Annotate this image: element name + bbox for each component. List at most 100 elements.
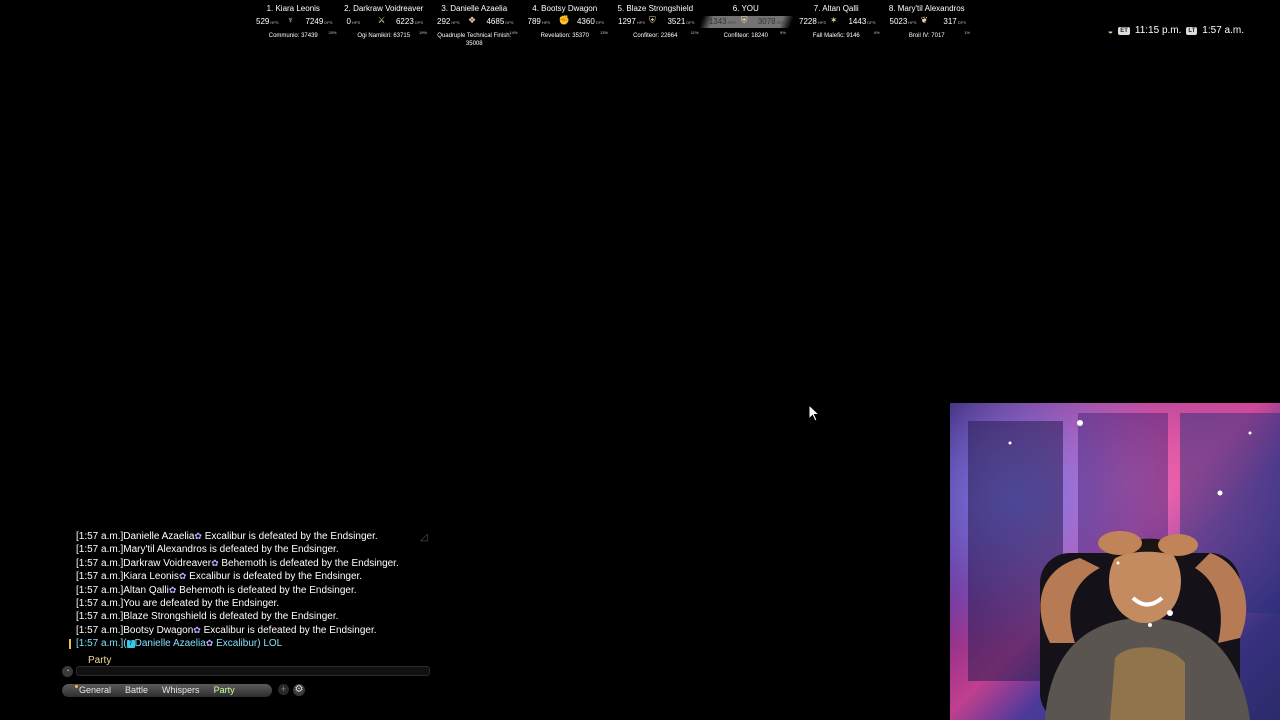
- combatant-name: 1. Kiara Leonis: [266, 4, 320, 13]
- chat-message: LOL: [263, 638, 283, 650]
- mouse-cursor-icon: [808, 404, 820, 422]
- combatant-hps: 5023HPS: [889, 17, 917, 26]
- chat-player-name[interactable]: Danielle Azaelia: [135, 638, 206, 649]
- chat-bubble-icon[interactable]: ◔: [62, 666, 73, 677]
- combatant-hps: 292HPS: [437, 17, 460, 26]
- chat-world-name: Behemoth: [179, 584, 225, 596]
- combatant-dps: 1443DPS: [848, 17, 876, 26]
- combatant-name: 4. Bootsy Dwagon: [532, 4, 598, 13]
- chat-timestamp: [1:57 a.m.]: [76, 598, 124, 610]
- chat-input[interactable]: [76, 666, 430, 676]
- clock-display: ◒ ET 11:15 p.m. LT 1:57 a.m.: [1108, 25, 1244, 36]
- chat-line: [1:57 a.m.]Bootsy Dwagon✿ Excalibur is d…: [68, 624, 433, 637]
- local-time-tag: LT: [1186, 26, 1198, 35]
- webcam-feed: [950, 403, 1280, 720]
- party-number-icon: 7: [126, 639, 135, 648]
- combatant-stats: 292HPS ❖ 4685DPS 14%: [429, 15, 520, 35]
- combatant-entry: 2. Darkraw Voidreaver 0HPS ⚔ 6223DPS 19% Ogi …: [339, 3, 430, 55]
- connection-icon: ◒: [1107, 25, 1114, 36]
- chat-message: is defeated by the Endsinger.: [230, 571, 363, 583]
- chat-line: [1:57 a.m.]Kiara Leonis✿ Excalibur is de…: [68, 570, 433, 583]
- chat-player-name[interactable]: Blaze Strongshield: [123, 611, 206, 622]
- combatant-percent: 19%: [418, 30, 427, 35]
- combatant-percent: 9%: [779, 30, 785, 35]
- combatant-stats: 5023HPS ❦ 317DPS 1%: [882, 15, 973, 35]
- webcam-scene: [950, 403, 1280, 720]
- chat-world-name: Excalibur: [204, 531, 246, 542]
- tab-battle[interactable]: Battle: [118, 684, 155, 697]
- chat-message: is defeated by the Endsinger.: [206, 544, 339, 556]
- combatant-stats: 1343HPS ⛨ 3078DPS 9%: [698, 15, 794, 35]
- combatant-entry: 5. Blaze Strongshield 1297HPS ⛨ 3521DPS 11% C…: [610, 3, 701, 55]
- tab-general[interactable]: General: [72, 684, 118, 697]
- chat-line: [1:57 a.m.]You are defeated by the Endsi…: [68, 597, 433, 610]
- chat-timestamp: [1:57 a.m.]: [76, 611, 124, 623]
- chat-resize-handle-icon[interactable]: ◿: [420, 532, 428, 543]
- unread-dot-icon: [75, 685, 78, 688]
- dancer-job-icon: ❖: [468, 15, 477, 25]
- combatant-name: 6. YOU: [732, 4, 759, 13]
- chat-message: is defeated by the Endsinger.: [245, 531, 378, 542]
- cross-world-icon: ✿: [194, 531, 202, 541]
- local-time: 1:57 a.m.: [1202, 25, 1244, 36]
- cross-world-icon: ✿: [211, 557, 219, 568]
- combatant-percent: 4%: [873, 30, 880, 35]
- combatant-percent: 14%: [509, 30, 518, 35]
- combatant-name: 5. Blaze Strongshield: [617, 4, 694, 13]
- chat-player-name[interactable]: Danielle Azaelia: [123, 531, 194, 542]
- combatant-dps: 317DPS: [943, 17, 966, 26]
- combatant-entry: 3. Danielle Azaelia 292HPS ❖ 4685DPS 14% Quad…: [429, 3, 520, 55]
- combatant-max-hit: Fall Malefic: 9146: [812, 33, 860, 39]
- combatant-hps: 529HPS: [256, 17, 279, 26]
- combatant-stats: 7228HPS ✶ 1443DPS 4%: [791, 15, 882, 35]
- samurai-job-icon: ⚔: [377, 15, 386, 25]
- paladin-job-icon: ⛨: [649, 15, 656, 25]
- paladin-job-icon: ⛨: [740, 15, 747, 25]
- combatant-max-hit: Confiteor: 18240: [723, 33, 768, 39]
- chat-line: [1:57 a.m.]Altan Qalli✿ Behemoth is defe…: [68, 584, 433, 597]
- chat-timestamp: [1:57 a.m.]: [76, 584, 124, 596]
- combatant-entry: 1. Kiara Leonis 529HPS ♆ 7249DPS 20% Communio…: [248, 3, 339, 55]
- chat-player-name[interactable]: Kiara Leonis: [123, 571, 179, 582]
- chat-log[interactable]: [1:57 a.m.]Danielle Azaelia✿ Excalibur i…: [68, 530, 433, 654]
- reaper-job-icon: ♆: [287, 15, 294, 25]
- combatant-max-hit: Quadruple Technical Finish: 35008: [437, 33, 512, 47]
- cross-world-icon: ✿: [193, 624, 201, 635]
- chat-world-name: Excalibur: [216, 638, 258, 650]
- chat-line: [1:57 a.m.]Darkraw Voidreaver✿ Behemoth …: [68, 557, 433, 570]
- combatant-you: 6. YOU 1343HPS ⛨ 3078DPS 9% Confiteor: 18240: [698, 3, 794, 55]
- chat-message: is defeated by the Endsinger.: [266, 557, 399, 569]
- combatant-hps: 1343HPS: [708, 17, 736, 26]
- combatant-max-hit: Broil IV: 7017: [908, 33, 945, 39]
- chat-message: defeated by the Endsinger.: [157, 598, 280, 610]
- chat-world-name: Excalibur: [203, 624, 245, 636]
- chat-message: is defeated by the Endsinger.: [244, 624, 377, 636]
- tab-whispers[interactable]: Whispers: [155, 684, 207, 697]
- combatant-hps: 7228HPS: [799, 17, 827, 26]
- cross-world-icon: ✿: [178, 571, 187, 582]
- chat-player-name[interactable]: Darkraw Voidreaver: [123, 558, 211, 569]
- chat-timestamp: [1:57 a.m.]: [76, 571, 124, 583]
- chat-player-name[interactable]: You are: [123, 598, 157, 609]
- chat-input-bar: ◔: [62, 666, 432, 678]
- chat-channel-label: Party: [88, 655, 112, 666]
- combatant-max-hit: Confiteor: 22664: [633, 33, 678, 39]
- chat-timestamp: [1:57 a.m.]: [76, 638, 124, 650]
- combatant-entry: 4. Bootsy Dwagon 789HPS ✊ 4360DPS 13% Revelat…: [520, 3, 611, 55]
- tab-party[interactable]: Party: [207, 684, 242, 697]
- chat-timestamp: [1:57 a.m.]: [76, 624, 124, 636]
- chat-line: [1:57 a.m.]Blaze Strongshield is defeate…: [68, 610, 433, 623]
- combatant-name: 7. Altan Qalli: [813, 4, 859, 13]
- chat-line-party: [1:57 a.m.](7 Danielle Azaelia✿ Excalibur…: [68, 637, 433, 650]
- chat-player-name[interactable]: Mary'til Alexandros: [123, 544, 207, 555]
- chat-timestamp: [1:57 a.m.]: [76, 531, 124, 542]
- game-screen: 1. Kiara Leonis 529HPS ♆ 7249DPS 20% Communio…: [0, 0, 1280, 720]
- combatant-hps: 0HPS: [346, 17, 361, 26]
- sage-job-icon: ❦: [920, 15, 929, 25]
- add-tab-icon[interactable]: +: [278, 684, 289, 695]
- chat-world-name: Excalibur: [189, 571, 231, 583]
- combatant-entry: 7. Altan Qalli 7228HPS ✶ 1443DPS 4% Fall Male…: [791, 3, 882, 55]
- gear-icon[interactable]: ⚙: [293, 684, 305, 696]
- chat-player-name[interactable]: Altan Qalli: [123, 585, 169, 596]
- chat-player-name[interactable]: Bootsy Dwagon: [123, 625, 193, 636]
